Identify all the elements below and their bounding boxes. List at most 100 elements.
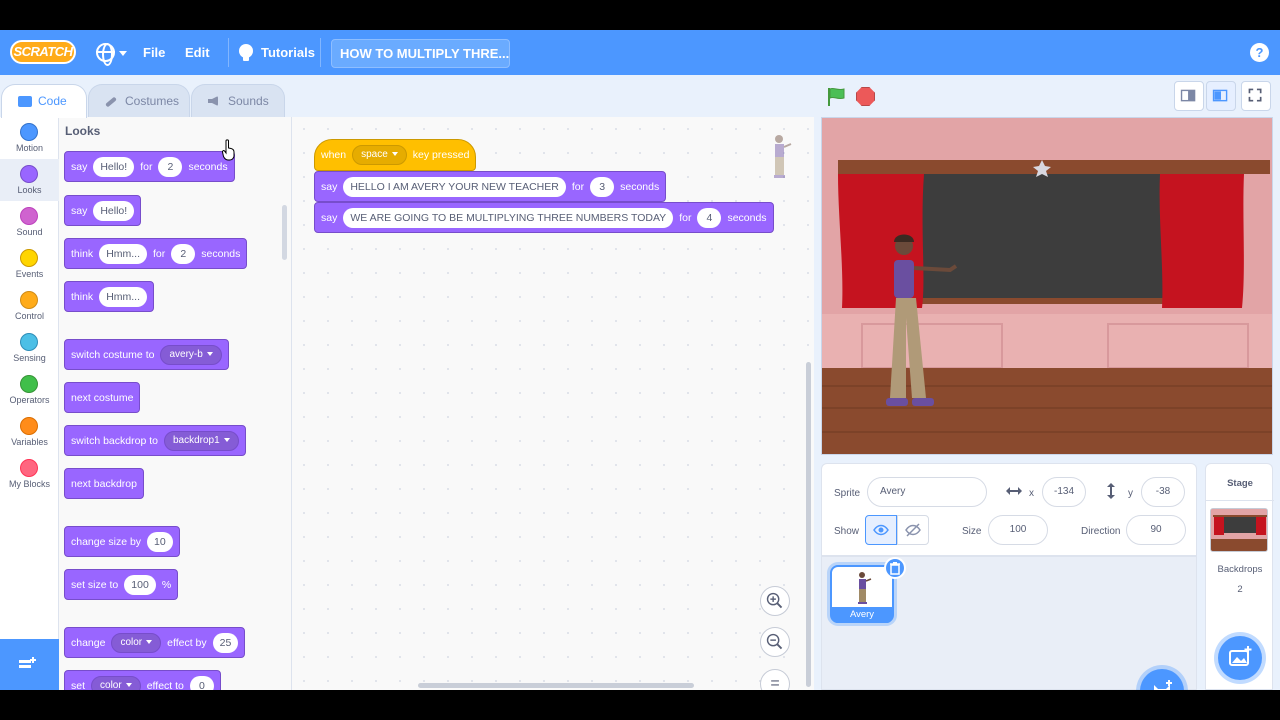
large-stage-button[interactable] [1206,81,1236,111]
category-control[interactable]: Control [0,285,59,327]
workspace-horizontal-scrollbar[interactable] [418,683,694,688]
palette-scrollbar[interactable] [282,205,287,260]
menu-divider [228,38,229,67]
category-events[interactable]: Events [0,243,59,285]
tab-costumes[interactable]: Costumes [88,84,190,117]
block-say-for-seconds[interactable]: say WE ARE GOING TO BE MULTIPLYING THREE… [314,202,774,233]
sprite-name-input[interactable]: Avery [867,477,987,507]
tutorials-menu[interactable]: Tutorials [261,30,315,75]
block-say[interactable]: say Hello! [64,195,142,226]
block-text: switch costume to [71,348,155,361]
eye-slash-icon [905,523,921,537]
help-icon[interactable]: ? [1250,43,1269,62]
category-operators[interactable]: Operators [0,369,59,411]
block-set-effect[interactable]: set color effect to 0 [64,670,221,690]
backdrop-dropdown[interactable]: backdrop1 [163,430,239,451]
green-flag-icon[interactable] [826,87,846,107]
stop-icon[interactable] [856,87,875,106]
size-input[interactable]: 100 [988,515,1048,545]
show-sprite-button[interactable] [865,515,897,545]
block-switch-backdrop[interactable]: switch backdrop to backdrop1 [64,425,246,456]
stage-canvas[interactable] [821,117,1273,455]
zoom-reset-button[interactable]: = [760,669,790,690]
block-number-input[interactable]: 2 [158,156,183,177]
key-dropdown[interactable]: space [352,145,407,165]
add-extension-button[interactable] [0,639,59,690]
scratch-editor: SCRATCH File Edit Tutorials HOW TO MULTI… [0,30,1280,690]
workspace-vertical-scrollbar[interactable] [806,362,811,687]
scratch-logo[interactable]: SCRATCH [10,40,76,64]
zoom-out-button[interactable] [760,627,790,657]
block-switch-costume[interactable]: switch costume to avery-b [64,339,229,370]
block-text-input[interactable]: Hmm... [99,286,148,307]
block-text: switch backdrop to [71,434,158,447]
category-my-blocks[interactable]: My Blocks [0,453,59,495]
tab-sounds-label: Sounds [228,94,269,108]
effect-dropdown[interactable]: color [91,675,141,691]
block-change-size[interactable]: change size by 10 [64,526,180,557]
file-menu[interactable]: File [143,30,165,75]
stage-thumbnail[interactable] [1210,508,1268,552]
block-next-backdrop[interactable]: next backdrop [64,468,144,499]
category-variables[interactable]: Variables [0,411,59,453]
dropdown-value: color [100,679,122,691]
edit-menu[interactable]: Edit [185,30,210,75]
block-text: think [71,247,94,260]
block-number-input[interactable]: 100 [124,574,156,595]
effect-dropdown[interactable]: color [111,632,162,653]
block-set-size[interactable]: set size to 100 % [64,569,179,600]
block-number-input[interactable]: 10 [147,531,173,552]
block-text-input[interactable]: WE ARE GOING TO BE MULTIPLYING THREE NUM… [343,207,674,228]
block-number-input[interactable]: 4 [697,207,722,228]
tab-sounds[interactable]: Sounds [191,84,285,117]
stage-selector[interactable]: Stage Backdrops 2 [1205,463,1274,690]
category-motion[interactable]: Motion [0,117,59,159]
block-think[interactable]: think Hmm... [64,281,155,312]
block-next-costume[interactable]: next costume [64,382,141,413]
block-say-for-seconds[interactable]: say HELLO I AM AVERY YOUR NEW TEACHER fo… [314,171,667,202]
eye-icon [873,524,889,536]
category-sensing[interactable]: Sensing [0,327,59,369]
project-title-input[interactable]: HOW TO MULTIPLY THRE... [331,39,510,68]
delete-sprite-button[interactable] [884,557,906,579]
block-text: for [140,160,153,173]
block-text-input[interactable]: Hello! [93,156,135,177]
costume-dropdown[interactable]: avery-b [160,344,222,365]
block-when-key-pressed[interactable]: when space key pressed [314,139,477,171]
direction-input[interactable]: 90 [1126,515,1186,545]
backdrops-label: Backdrops [1217,564,1263,575]
choose-sprite-button[interactable] [1140,669,1184,690]
block-text-input[interactable]: HELLO I AM AVERY YOUR NEW TEACHER [343,176,566,197]
tab-code[interactable]: Code [1,84,87,118]
block-text: when [321,149,347,161]
hide-sprite-button[interactable] [897,515,929,545]
category-looks[interactable]: Looks [0,159,59,201]
sprite-info-panel: Sprite Avery x -134 y -38 Show Size 100 … [821,463,1197,556]
category-label: Sensing [13,353,46,363]
block-number-input[interactable]: 25 [212,632,239,653]
sprite-thumbnail-avery[interactable]: Avery [830,557,906,623]
small-stage-button[interactable] [1174,81,1204,111]
speaker-icon [208,96,218,106]
block-number-input[interactable]: 0 [189,675,214,690]
block-say-for-seconds[interactable]: say Hello! for 2 seconds [64,151,235,182]
category-label: Variables [11,437,48,447]
dropdown-value: backdrop1 [172,434,220,446]
zoom-in-icon [766,592,783,609]
choose-backdrop-button[interactable] [1218,636,1262,680]
category-sound[interactable]: Sound [0,201,59,243]
block-number-input[interactable]: 2 [171,243,196,264]
scripts-workspace[interactable]: when space key pressed say HELLO I AM AV… [292,117,814,690]
language-globe-icon[interactable] [96,43,115,66]
y-position-input[interactable]: -38 [1141,477,1185,507]
block-text-input[interactable]: Hmm... [99,243,148,264]
fullscreen-button[interactable] [1241,81,1271,111]
block-think-for-seconds[interactable]: think Hmm... for 2 seconds [64,238,248,269]
block-number-input[interactable]: 3 [590,176,615,197]
chevron-down-icon [125,682,132,687]
zoom-in-button[interactable] [760,586,790,616]
x-position-input[interactable]: -134 [1042,477,1086,507]
block-text-input[interactable]: Hello! [93,200,135,221]
block-change-effect[interactable]: change color effect by 25 [64,627,246,658]
chevron-down-icon [206,351,213,356]
